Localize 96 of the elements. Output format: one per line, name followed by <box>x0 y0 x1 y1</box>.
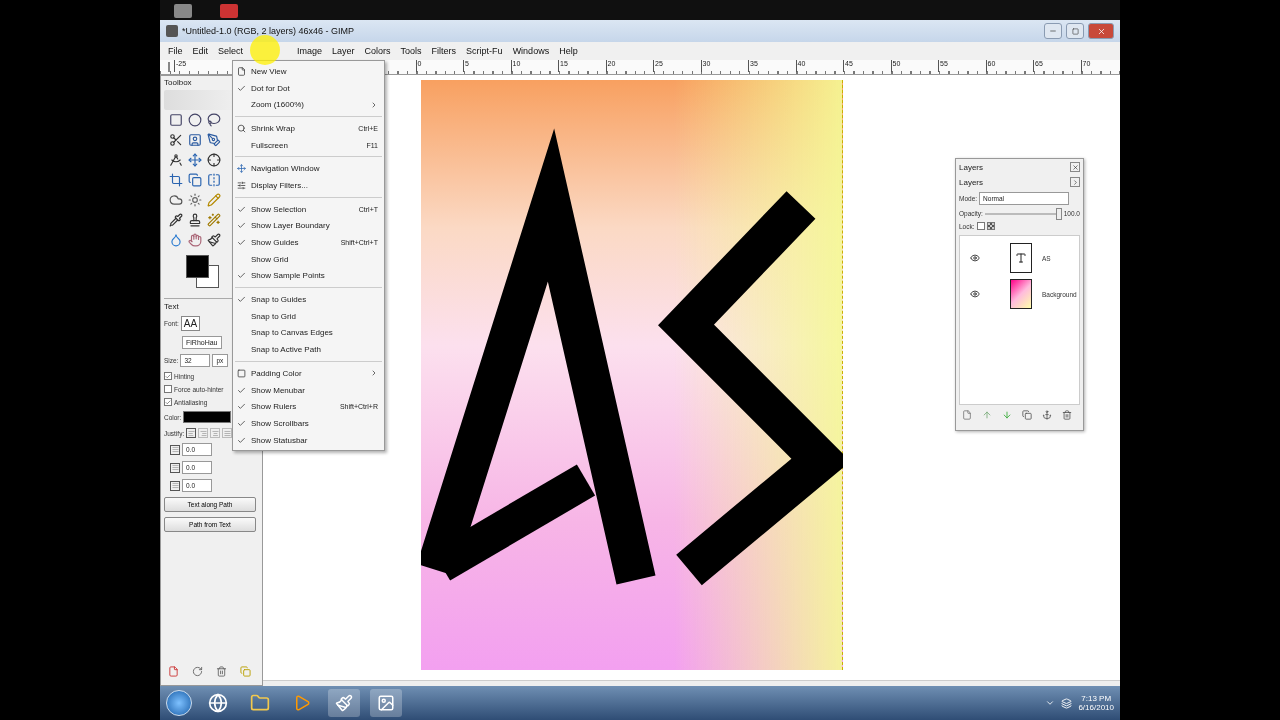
crop-icon[interactable] <box>169 173 184 188</box>
hand-icon[interactable] <box>188 233 203 248</box>
lasso-icon[interactable] <box>207 113 222 128</box>
crosshair-icon[interactable] <box>207 153 222 168</box>
menu-title[interactable]: Select <box>218 46 244 56</box>
scissors-icon[interactable] <box>169 133 184 148</box>
page-icon <box>237 66 246 76</box>
menu-item[interactable]: Dot for Dot <box>233 79 384 97</box>
cloud-icon[interactable] <box>169 193 184 208</box>
menu-title[interactable]: File <box>168 46 183 56</box>
menu-item[interactable]: Show Scrollbars <box>233 415 384 432</box>
spacing-icon <box>170 480 180 491</box>
menu-item[interactable]: Show Sample Points <box>233 267 384 285</box>
gradient-icon[interactable] <box>188 193 203 208</box>
lock-alpha-checkbox[interactable] <box>986 222 995 230</box>
spacing-icon <box>170 444 180 455</box>
menu-title[interactable]: Colors <box>364 46 391 56</box>
menu-item[interactable]: Show Grid <box>233 250 384 268</box>
brush-icon[interactable] <box>207 233 222 248</box>
checkbox[interactable] <box>164 372 172 380</box>
square-icon <box>237 368 246 378</box>
text-color-swatch[interactable] <box>183 411 232 423</box>
tab-label[interactable]: Layers <box>959 177 983 187</box>
menu-item[interactable]: Show Layer Boundary <box>233 217 384 235</box>
menu-title[interactable]: Help <box>559 46 578 56</box>
tray-expand-icon[interactable] <box>1045 698 1056 708</box>
move-arrows-icon <box>237 164 246 174</box>
stamp-icon[interactable] <box>188 213 203 228</box>
pipette-icon[interactable] <box>169 213 184 228</box>
close-button[interactable] <box>1070 162 1080 172</box>
checkbox[interactable] <box>164 385 172 393</box>
eye-icon[interactable] <box>970 289 980 299</box>
justify-button[interactable] <box>222 428 233 438</box>
search-icon <box>237 123 246 133</box>
minimize-icon <box>1049 27 1057 35</box>
menu-item[interactable]: Snap to Guides <box>233 291 384 308</box>
close-button[interactable] <box>1088 23 1114 39</box>
check-icon <box>237 295 246 305</box>
layer-thumbnail[interactable] <box>1010 279 1032 309</box>
compass-icon[interactable] <box>169 153 184 168</box>
minimize-button[interactable] <box>1044 23 1062 39</box>
menu-title[interactable]: Edit <box>192 46 209 56</box>
eye-icon[interactable] <box>970 253 980 263</box>
tray-icon[interactable] <box>1061 697 1073 709</box>
menu-title[interactable]: Script-Fu <box>466 46 503 56</box>
menu-item[interactable]: Snap to Canvas Edges <box>233 324 384 342</box>
clock[interactable]: 7:13 PM 6/16/2010 <box>1078 694 1114 712</box>
menu-item[interactable]: Display Filters... <box>233 177 384 194</box>
menu-item[interactable]: Snap to Active Path <box>233 341 384 358</box>
align-left-button[interactable] <box>186 428 197 438</box>
slider-thumb[interactable] <box>1055 207 1062 220</box>
menu-item[interactable]: Padding Color <box>233 365 384 382</box>
dialog-title: Layers <box>959 162 983 172</box>
menu-title[interactable]: Layer <box>332 46 355 56</box>
spacing-icon <box>170 462 180 473</box>
panel-title: Toolbox <box>164 78 193 87</box>
ellipse-icon[interactable] <box>188 113 203 128</box>
close-icon <box>1096 26 1106 36</box>
close-icon <box>1071 163 1079 171</box>
window-title: *Untitled-1.0 (RGB, 2 layers) 46x46 - GIMP <box>182 26 356 36</box>
paint-app-icon[interactable] <box>328 689 360 717</box>
maximize-button[interactable] <box>1066 23 1084 39</box>
menu-item[interactable]: New View <box>233 63 384 80</box>
checkbox[interactable] <box>164 398 172 406</box>
tool-options-title: Text <box>164 302 180 311</box>
menu-title[interactable]: Tools <box>400 46 422 56</box>
menu-item[interactable]: Snap to Grid <box>233 307 384 325</box>
rectangle-icon[interactable] <box>169 113 184 128</box>
menu-item[interactable]: Show Statusbar <box>233 431 384 449</box>
sliders-icon <box>237 180 246 190</box>
check-icon <box>237 83 246 93</box>
menu-item[interactable]: Zoom (1600%) <box>233 96 384 114</box>
ruler-toggle-button[interactable] <box>168 62 170 72</box>
check-icon <box>237 271 246 281</box>
app-icon <box>166 25 178 37</box>
tab-menu-button[interactable] <box>1070 177 1080 187</box>
move-icon[interactable] <box>188 153 203 168</box>
pen-icon[interactable] <box>207 133 222 148</box>
menu-title[interactable]: Filters <box>431 46 457 56</box>
droplet-icon[interactable] <box>169 233 184 248</box>
chevron-icon <box>1071 178 1079 186</box>
person-icon[interactable] <box>188 133 203 148</box>
menu-item[interactable]: Show Menubar <box>233 381 384 399</box>
menu-title[interactable]: Image <box>297 46 323 56</box>
lock-pixels-checkbox[interactable] <box>976 222 985 230</box>
pencil-icon[interactable] <box>207 193 222 208</box>
copy-icon[interactable] <box>188 173 203 188</box>
menu-item[interactable]: Navigation Window <box>233 160 384 178</box>
horizontal-scrollbar[interactable] <box>263 680 1120 686</box>
menu-title[interactable]: Windows <box>512 46 550 56</box>
maximize-icon <box>1071 27 1079 35</box>
image-app-icon[interactable] <box>370 689 402 717</box>
start-button[interactable] <box>166 690 192 716</box>
text-layer-thumbnail[interactable] <box>1010 243 1032 273</box>
flip-icon[interactable] <box>207 173 222 188</box>
font-button[interactable]: AA <box>180 316 201 331</box>
